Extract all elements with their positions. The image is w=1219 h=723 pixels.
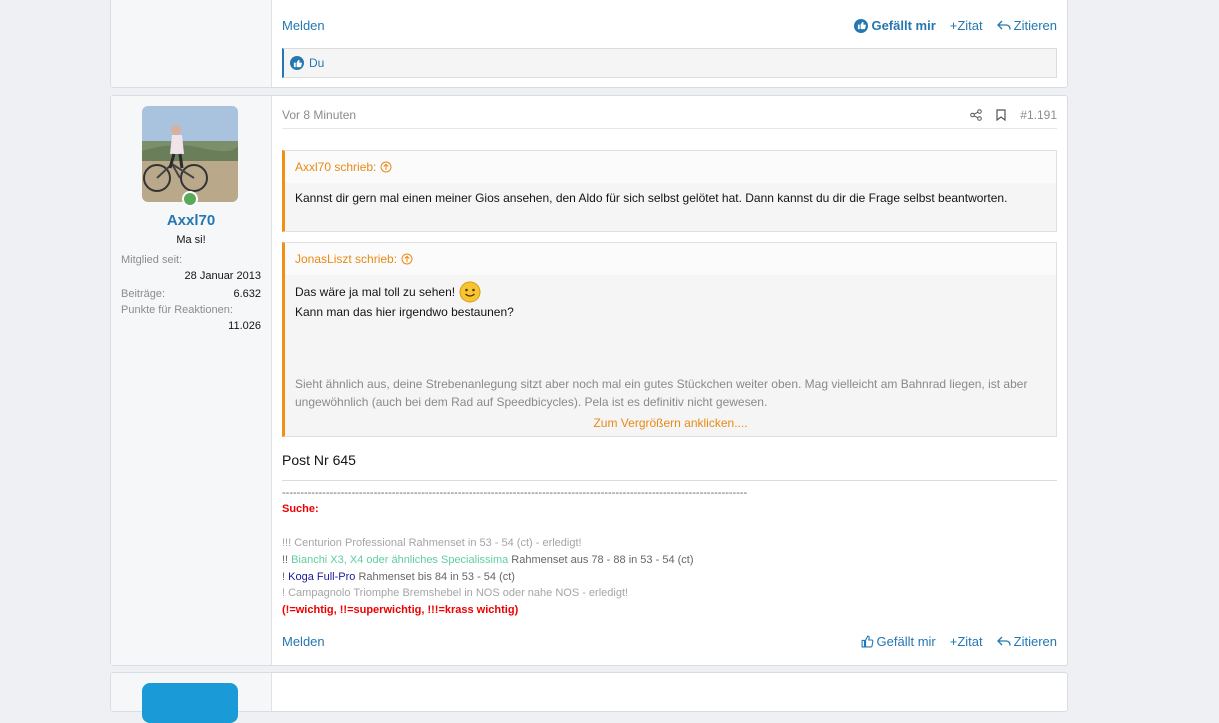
quote-block: Axxl70 schrieb: Kannst dir gern mal eine… [282, 150, 1057, 232]
quote-button[interactable]: +Zitat [950, 18, 983, 33]
thumbs-up-icon [854, 18, 869, 33]
signature: ----------------------------------------… [282, 480, 1057, 616]
online-status-icon [182, 191, 198, 207]
quote-text: Kann man das hier irgendwo bestaunen? [295, 305, 514, 319]
signature-heading: Suche: [282, 503, 319, 515]
quote-text: Kannst dir gern mal einen meiner Gios an… [295, 191, 1008, 205]
quote-button[interactable]: +Zitat [950, 634, 983, 649]
member-since: Mitglied seit: 28 Januar 2013 [121, 254, 261, 282]
post-header: Vor 8 Minuten #1.191 [282, 108, 1057, 129]
avatar[interactable] [142, 106, 238, 202]
post-body: Post Nr 645 [282, 452, 356, 468]
quote-text-faded: Sieht ähnlich aus, deine Strebenanlegung… [295, 377, 1028, 409]
post-time[interactable]: Vor 8 Minuten [282, 108, 356, 122]
reactions-bar[interactable]: Du [282, 48, 1057, 78]
signature-line: ! Koga Full-Pro Rahmenset bis 84 in 53 -… [282, 571, 515, 583]
reactions-list[interactable]: Du [309, 56, 324, 70]
signature-legend: (!=wichtig, !!=superwichtig, !!!=krass w… [282, 604, 519, 616]
arrow-up-circle-icon [380, 161, 392, 173]
signature-line: !!! Centurion Professional Rahmenset in … [282, 537, 582, 549]
reply-button[interactable]: Zitieren [996, 18, 1057, 33]
share-icon[interactable] [970, 109, 983, 121]
avatar[interactable] [142, 683, 238, 723]
quote-block: JonasLiszt schrieb: Das wäre ja mal toll… [282, 242, 1057, 437]
username[interactable]: Axxl70 [111, 212, 271, 229]
expand-quote-link[interactable]: Zum Vergrößern anklicken.... [285, 410, 1056, 436]
post-count: Beiträge: 6.632 [121, 288, 261, 300]
signature-divider: ----------------------------------------… [282, 487, 748, 499]
thumbs-up-icon [290, 56, 304, 70]
signature-line: !! Bianchi X3, X4 oder ähnliches Special… [282, 554, 694, 566]
user-title: Ma si! [176, 234, 206, 246]
user-sidebar: Axxl70 Ma si! Mitglied seit: 28 Januar 2… [111, 96, 272, 665]
next-post-sidebar [111, 673, 272, 723]
like-button[interactable]: Gefällt mir [854, 18, 936, 33]
reply-icon [996, 636, 1011, 646]
reply-icon [996, 20, 1011, 30]
reply-button[interactable]: Zitieren [996, 634, 1057, 649]
quote-text: Das wäre ja mal toll zu sehen! [295, 285, 456, 299]
thumbs-up-icon [861, 635, 873, 648]
previous-post-sidebar [111, 0, 272, 87]
report-link[interactable]: Melden [282, 634, 325, 649]
forum-post: Axxl70 Ma si! Mitglied seit: 28 Januar 2… [110, 95, 1068, 666]
quote-author[interactable]: JonasLiszt schrieb: [285, 243, 1056, 275]
next-post [110, 672, 1068, 723]
bookmark-icon[interactable] [996, 109, 1006, 121]
report-link[interactable]: Melden [282, 18, 325, 33]
like-button[interactable]: Gefällt mir [861, 634, 936, 649]
quote-author[interactable]: Axxl70 schrieb: [285, 151, 1056, 183]
previous-post: Melden Gefällt mir +Zitat Zitieren Du [110, 0, 1068, 88]
post-number[interactable]: #1.191 [1020, 108, 1057, 122]
arrow-up-circle-icon [401, 253, 413, 265]
reaction-score: Punkte für Reaktionen: 11.026 [121, 304, 261, 332]
smiley-icon [459, 281, 481, 303]
signature-line: ! Campagnolo Triomphe Bremshebel in NOS … [282, 587, 629, 599]
